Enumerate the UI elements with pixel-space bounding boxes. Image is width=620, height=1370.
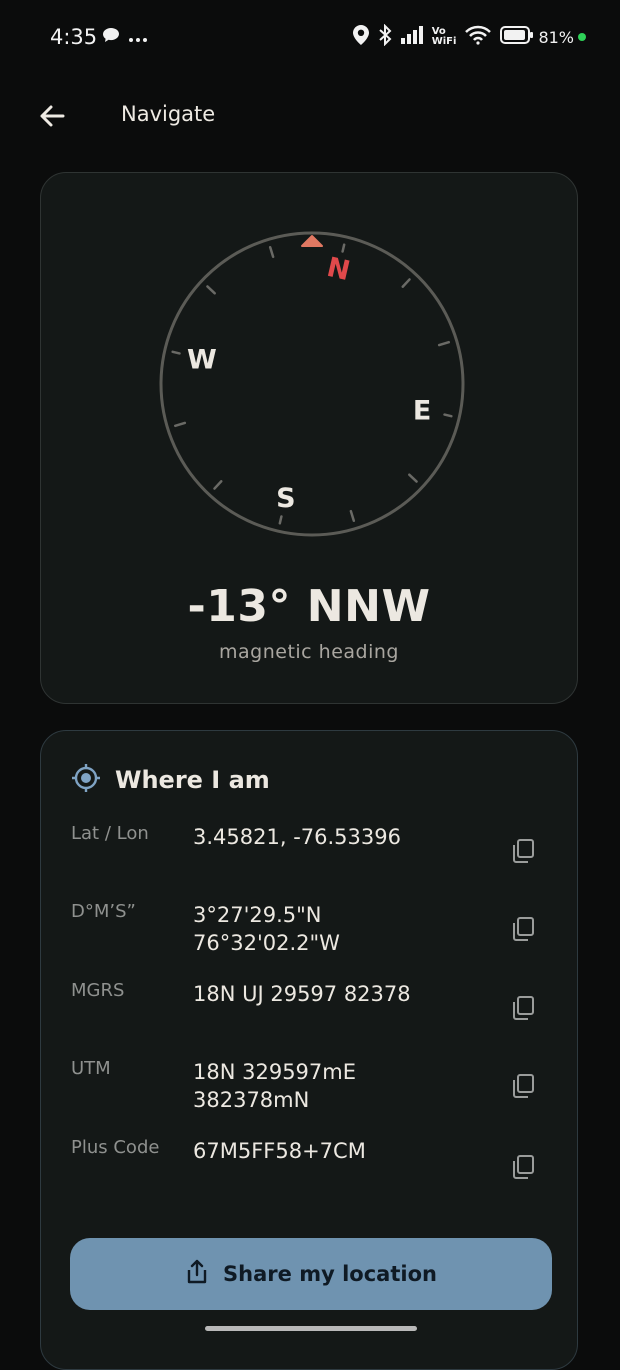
back-button[interactable] <box>36 100 68 132</box>
compass-tick <box>173 421 187 428</box>
compass-tick <box>268 245 275 259</box>
coord-row-utm: UTM 18N 329597mE 382378mN <box>71 1058 551 1118</box>
location-card: Where I am Lat / Lon 3.45821, -76.53396 … <box>40 730 578 1370</box>
compass-north-label: N <box>324 252 353 287</box>
compass-cardinal-tick <box>341 243 346 253</box>
copy-button[interactable] <box>509 1072 537 1100</box>
copy-icon <box>513 996 534 1020</box>
coord-value: 67M5FF58+7CM <box>193 1139 366 1163</box>
share-location-button[interactable]: Share my location <box>70 1238 552 1310</box>
copy-button[interactable] <box>509 994 537 1022</box>
status-time: 4:35 <box>50 25 98 49</box>
arrow-left-icon <box>40 105 65 127</box>
compass-west-label: W <box>187 345 217 376</box>
compass-cardinal-tick <box>278 515 283 525</box>
battery-percent: 81% <box>538 27 574 47</box>
page-title: Navigate <box>121 102 216 126</box>
location-pin-icon <box>352 24 370 50</box>
compass-tick <box>349 509 356 523</box>
coord-value: 18N 329597mE 382378mN <box>193 1060 356 1112</box>
share-label: Share my location <box>223 1262 437 1286</box>
compass-cardinal-tick <box>171 350 181 355</box>
copy-icon <box>513 839 534 863</box>
copy-icon <box>513 917 534 941</box>
copy-button[interactable] <box>509 915 537 943</box>
status-bar: 4:35 Vo WiFi 81% <box>0 0 620 74</box>
coord-value: 18N UJ 29597 82378 <box>193 982 411 1006</box>
coord-value: 3°27'29.5"N 76°32'02.2"W <box>193 903 340 955</box>
compass-tick <box>437 340 451 347</box>
copy-button[interactable] <box>509 837 537 865</box>
location-title: Where I am <box>115 766 270 794</box>
compass-ring <box>159 231 465 537</box>
location-header: Where I am <box>71 763 270 797</box>
signal-icon <box>400 25 424 49</box>
crosshair-icon <box>71 763 101 797</box>
coord-label: Plus Code <box>71 1137 160 1158</box>
wifi-icon <box>464 25 492 49</box>
compass-tick <box>401 278 411 288</box>
coord-label: Lat / Lon <box>71 823 149 844</box>
coord-row-latlon: Lat / Lon 3.45821, -76.53396 <box>71 823 551 883</box>
compass-tick <box>213 480 223 490</box>
coord-label: MGRS <box>71 980 125 1001</box>
copy-icon <box>513 1155 534 1179</box>
compass-tick <box>206 285 216 295</box>
coord-row-mgrs: MGRS 18N UJ 29597 82378 <box>71 980 551 1040</box>
coord-value: 3.45821, -76.53396 <box>193 825 401 849</box>
compass-card: N E S W -13° NNW magnetic heading <box>40 172 578 704</box>
more-dots-icon <box>128 28 148 47</box>
coord-row-pluscode: Plus Code 67M5FF58+7CM <box>71 1137 551 1197</box>
share-icon <box>185 1259 209 1290</box>
privacy-indicator <box>578 33 586 41</box>
compass-east-label: E <box>413 395 431 426</box>
coord-row-dms: D°M’S” 3°27'29.5"N 76°32'02.2"W <box>71 901 551 961</box>
copy-button[interactable] <box>509 1153 537 1181</box>
compass-south-label: S <box>276 483 295 514</box>
coord-label: UTM <box>71 1058 111 1079</box>
bluetooth-icon <box>378 23 392 50</box>
coord-label: D°M’S” <box>71 901 136 922</box>
compass-tick <box>408 473 418 483</box>
chat-bubble-icon <box>102 27 120 47</box>
compass-cardinal-tick <box>443 413 453 418</box>
heading-value: -13° NNW <box>187 581 431 632</box>
copy-icon <box>513 1074 534 1098</box>
heading-label: magnetic heading <box>219 641 399 663</box>
vowifi-indicator: Vo WiFi <box>431 26 457 47</box>
heading-marker-icon <box>301 235 323 247</box>
compass-dial: N E S W <box>159 231 465 537</box>
home-indicator[interactable] <box>205 1326 417 1331</box>
battery-icon <box>500 25 534 49</box>
app-bar: Navigate <box>0 88 620 144</box>
